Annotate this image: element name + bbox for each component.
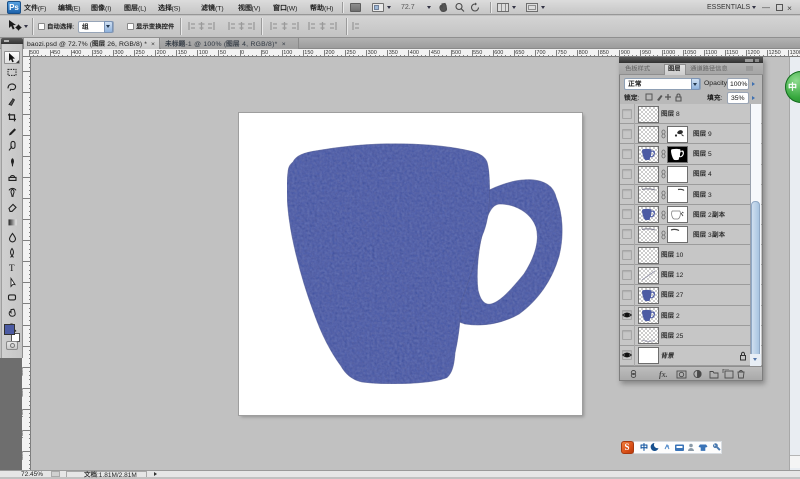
svg-text:T: T (9, 263, 15, 273)
svg-text:fx.: fx. (659, 370, 668, 379)
